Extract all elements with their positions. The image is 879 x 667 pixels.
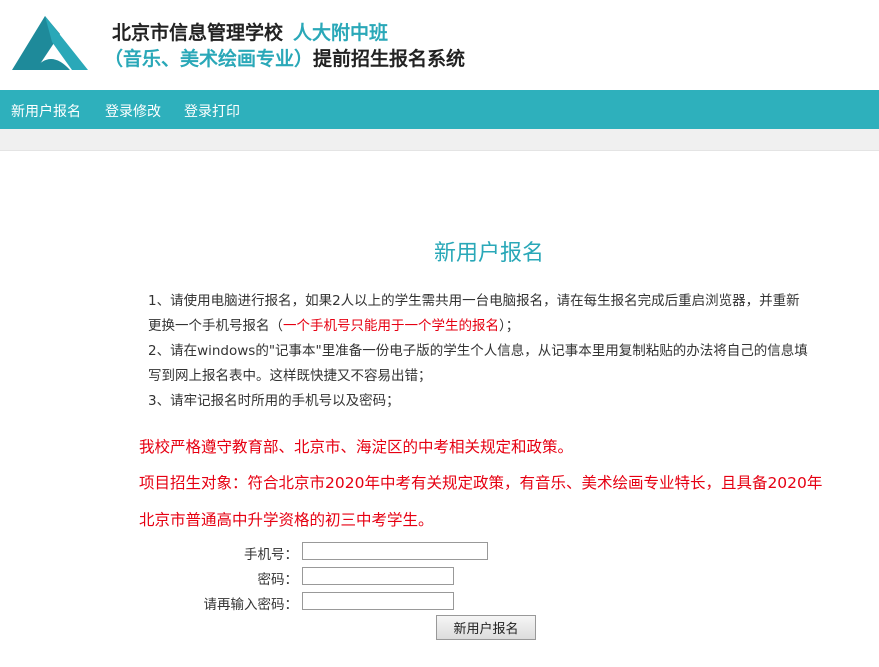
page-title: 新用户报名 (433, 241, 544, 266)
instruction-line-1: 1、请使用电脑进行报名，如果2人以上的学生需共用一台电脑报名，请在每生报名完成后… (148, 293, 800, 309)
instruction-line-3: 2、请在windows的"记事本"里准备一份电子版的学生个人信息，从记事本里用复… (148, 343, 808, 359)
new-registration-button[interactable]: 新用户报名 (436, 615, 536, 640)
school-logo-icon (12, 16, 88, 70)
instruction-line-2-prefix: 更换一个手机号报名（ (148, 318, 283, 334)
breadcrumb-bar (0, 129, 879, 151)
class-name: 人大附中班 (293, 22, 389, 44)
instruction-line-2: 更换一个手机号报名（一个手机号只能用于一个学生的报名）； (148, 314, 858, 334)
policy-line-2: 项目招生对象：符合北京市2020年中考有关规定政策，有音乐、美术绘画专业特长，且… (139, 474, 823, 492)
instruction-warning: 一个手机号只能用于一个学生的报名 (283, 318, 499, 334)
header: 北京市信息管理学校 人大附中班 （音乐、美术绘画专业）提前招生报名系统 (0, 0, 879, 90)
confirm-password-label: 请再输入密码： (203, 597, 299, 613)
school-title: 北京市信息管理学校 人大附中班 (112, 18, 388, 45)
nav-bar: 新用户报名 登录修改 登录打印 (0, 90, 879, 129)
instruction-line-2-suffix: ）； (499, 318, 520, 334)
password-input[interactable] (302, 567, 454, 585)
password-label: 密码： (257, 572, 299, 588)
system-title: （音乐、美术绘画专业）提前招生报名系统 (104, 44, 465, 71)
phone-label: 手机号： (244, 547, 298, 563)
nav-item-login-edit[interactable]: 登录修改 (105, 101, 161, 121)
policy-line-1: 我校严格遵守教育部、北京市、海淀区的中考相关规定和政策。 (139, 438, 574, 456)
confirm-password-input[interactable] (302, 592, 454, 610)
instruction-line-4: 写到网上报名表中。这样既快捷又不容易出错； (148, 368, 432, 384)
nav-item-login-print[interactable]: 登录打印 (184, 101, 240, 121)
system-name: 提前招生报名系统 (313, 48, 466, 70)
phone-input[interactable] (302, 542, 488, 560)
nav-item-new-registration[interactable]: 新用户报名 (11, 101, 81, 121)
instruction-line-5: 3、请牢记报名时所用的手机号以及密码； (148, 393, 400, 409)
school-name: 北京市信息管理学校 (112, 22, 284, 44)
majors-label: （音乐、美术绘画专业） (104, 48, 314, 70)
policy-line-3: 北京市普通高中升学资格的初三中考学生。 (139, 511, 434, 529)
